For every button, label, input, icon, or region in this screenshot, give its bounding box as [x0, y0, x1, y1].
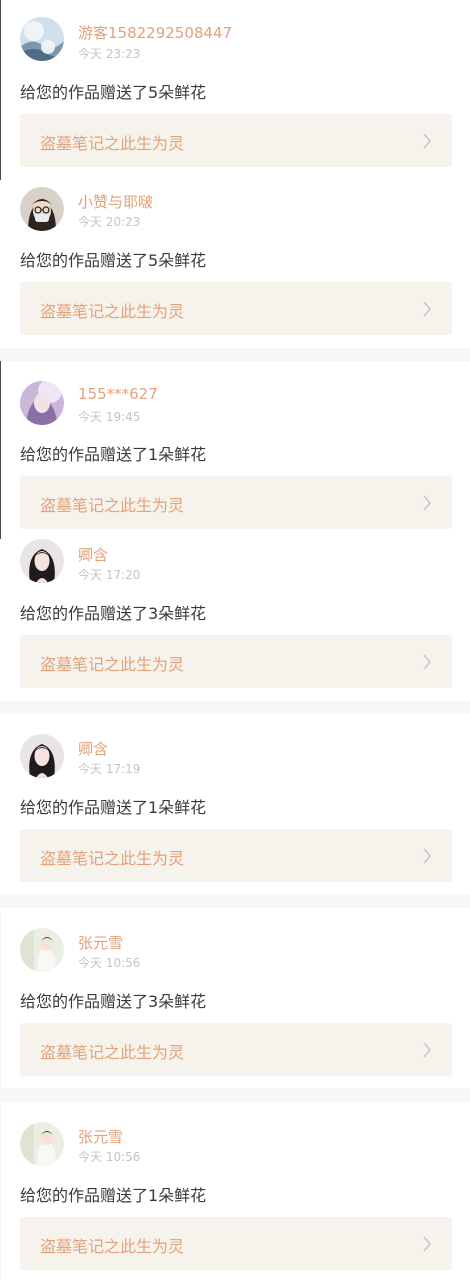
chevron-right-icon: [423, 133, 432, 149]
timestamp: 今天 17:20: [78, 568, 141, 582]
timestamp: 今天 10:56: [78, 956, 141, 970]
purple-portrait-avatar-icon[interactable]: [20, 381, 64, 425]
gift-message: 给您的作品赠送了5朵鲜花: [20, 83, 207, 102]
timestamp: 今天 19:45: [78, 410, 141, 424]
chevron-right-icon: [423, 654, 432, 670]
sender-name[interactable]: 小赞与耶啵: [78, 191, 153, 212]
timestamp: 今天 17:19: [78, 762, 141, 776]
sender-name[interactable]: 卿含: [78, 738, 108, 759]
chevron-right-icon: [423, 1236, 432, 1252]
gift-notification-feed: 游客1582292508447 今天 23:23 给您的作品赠送了5朵鲜花 盗墓…: [0, 0, 470, 1280]
work-link-button[interactable]: 盗墓笔记之此生为灵: [20, 1217, 452, 1270]
work-link-button[interactable]: 盗墓笔记之此生为灵: [20, 1023, 452, 1076]
pale-portrait-avatar-icon[interactable]: [20, 1122, 64, 1166]
sender-name[interactable]: 张元雪: [78, 932, 123, 953]
long-hair-girl-avatar-icon[interactable]: [20, 734, 64, 778]
work-title: 盗墓笔记之此生为灵: [40, 496, 185, 515]
gift-notification-item: 小赞与耶啵 今天 20:23 给您的作品赠送了5朵鲜花 盗墓笔记之此生为灵: [0, 180, 470, 348]
work-title: 盗墓笔记之此生为灵: [40, 1237, 185, 1256]
work-link-button[interactable]: 盗墓笔记之此生为灵: [20, 282, 452, 335]
work-title: 盗墓笔记之此生为灵: [40, 302, 185, 321]
timestamp: 今天 20:23: [78, 215, 141, 229]
gift-notification-item: 张元雪 今天 10:56 给您的作品赠送了1朵鲜花 盗墓笔记之此生为灵: [1, 1102, 470, 1280]
work-title: 盗墓笔记之此生为灵: [40, 655, 185, 674]
gift-notification-item: 游客1582292508447 今天 23:23 给您的作品赠送了5朵鲜花 盗墓…: [0, 0, 470, 180]
divider-line: [0, 0, 1, 180]
gift-message: 给您的作品赠送了1朵鲜花: [20, 1186, 207, 1205]
gift-message: 给您的作品赠送了1朵鲜花: [20, 798, 207, 817]
divider-line: [0, 361, 1, 539]
sender-name[interactable]: 张元雪: [78, 1126, 123, 1147]
work-link-button[interactable]: 盗墓笔记之此生为灵: [20, 476, 452, 529]
gift-message: 给您的作品赠送了3朵鲜花: [20, 604, 207, 623]
work-title: 盗墓笔记之此生为灵: [40, 134, 185, 153]
chevron-right-icon: [423, 1042, 432, 1058]
work-title: 盗墓笔记之此生为灵: [40, 1043, 185, 1062]
work-title: 盗墓笔记之此生为灵: [40, 849, 185, 868]
chevron-right-icon: [423, 848, 432, 864]
timestamp: 今天 23:23: [78, 47, 141, 61]
gift-notification-item: 卿含 今天 17:20 给您的作品赠送了3朵鲜花 盗墓笔记之此生为灵: [0, 539, 470, 701]
chevron-right-icon: [423, 301, 432, 317]
gift-message: 给您的作品赠送了5朵鲜花: [20, 251, 207, 270]
gift-message: 给您的作品赠送了1朵鲜花: [20, 445, 207, 464]
gift-notification-item: 卿含 今天 17:19 给您的作品赠送了1朵鲜花 盗墓笔记之此生为灵: [0, 714, 470, 894]
sender-name[interactable]: 游客1582292508447: [78, 22, 232, 43]
gift-notification-item: 155***627 今天 19:45 给您的作品赠送了1朵鲜花 盗墓笔记之此生为…: [0, 361, 470, 539]
gift-notification-item: 张元雪 今天 10:56 给您的作品赠送了3朵鲜花 盗墓笔记之此生为灵: [1, 908, 470, 1088]
gift-message: 给您的作品赠送了3朵鲜花: [20, 992, 207, 1011]
pale-portrait-avatar-icon[interactable]: [20, 928, 64, 972]
work-link-button[interactable]: 盗墓笔记之此生为灵: [20, 635, 452, 688]
chevron-right-icon: [423, 495, 432, 511]
landscape-avatar-icon[interactable]: [20, 17, 64, 61]
sender-name[interactable]: 卿含: [78, 544, 108, 565]
long-hair-girl-avatar-icon[interactable]: [20, 539, 64, 583]
glasses-girl-avatar-icon[interactable]: [20, 187, 64, 231]
timestamp: 今天 10:56: [78, 1150, 141, 1164]
work-link-button[interactable]: 盗墓笔记之此生为灵: [20, 829, 452, 882]
work-link-button[interactable]: 盗墓笔记之此生为灵: [20, 114, 452, 167]
sender-name[interactable]: 155***627: [78, 385, 158, 403]
